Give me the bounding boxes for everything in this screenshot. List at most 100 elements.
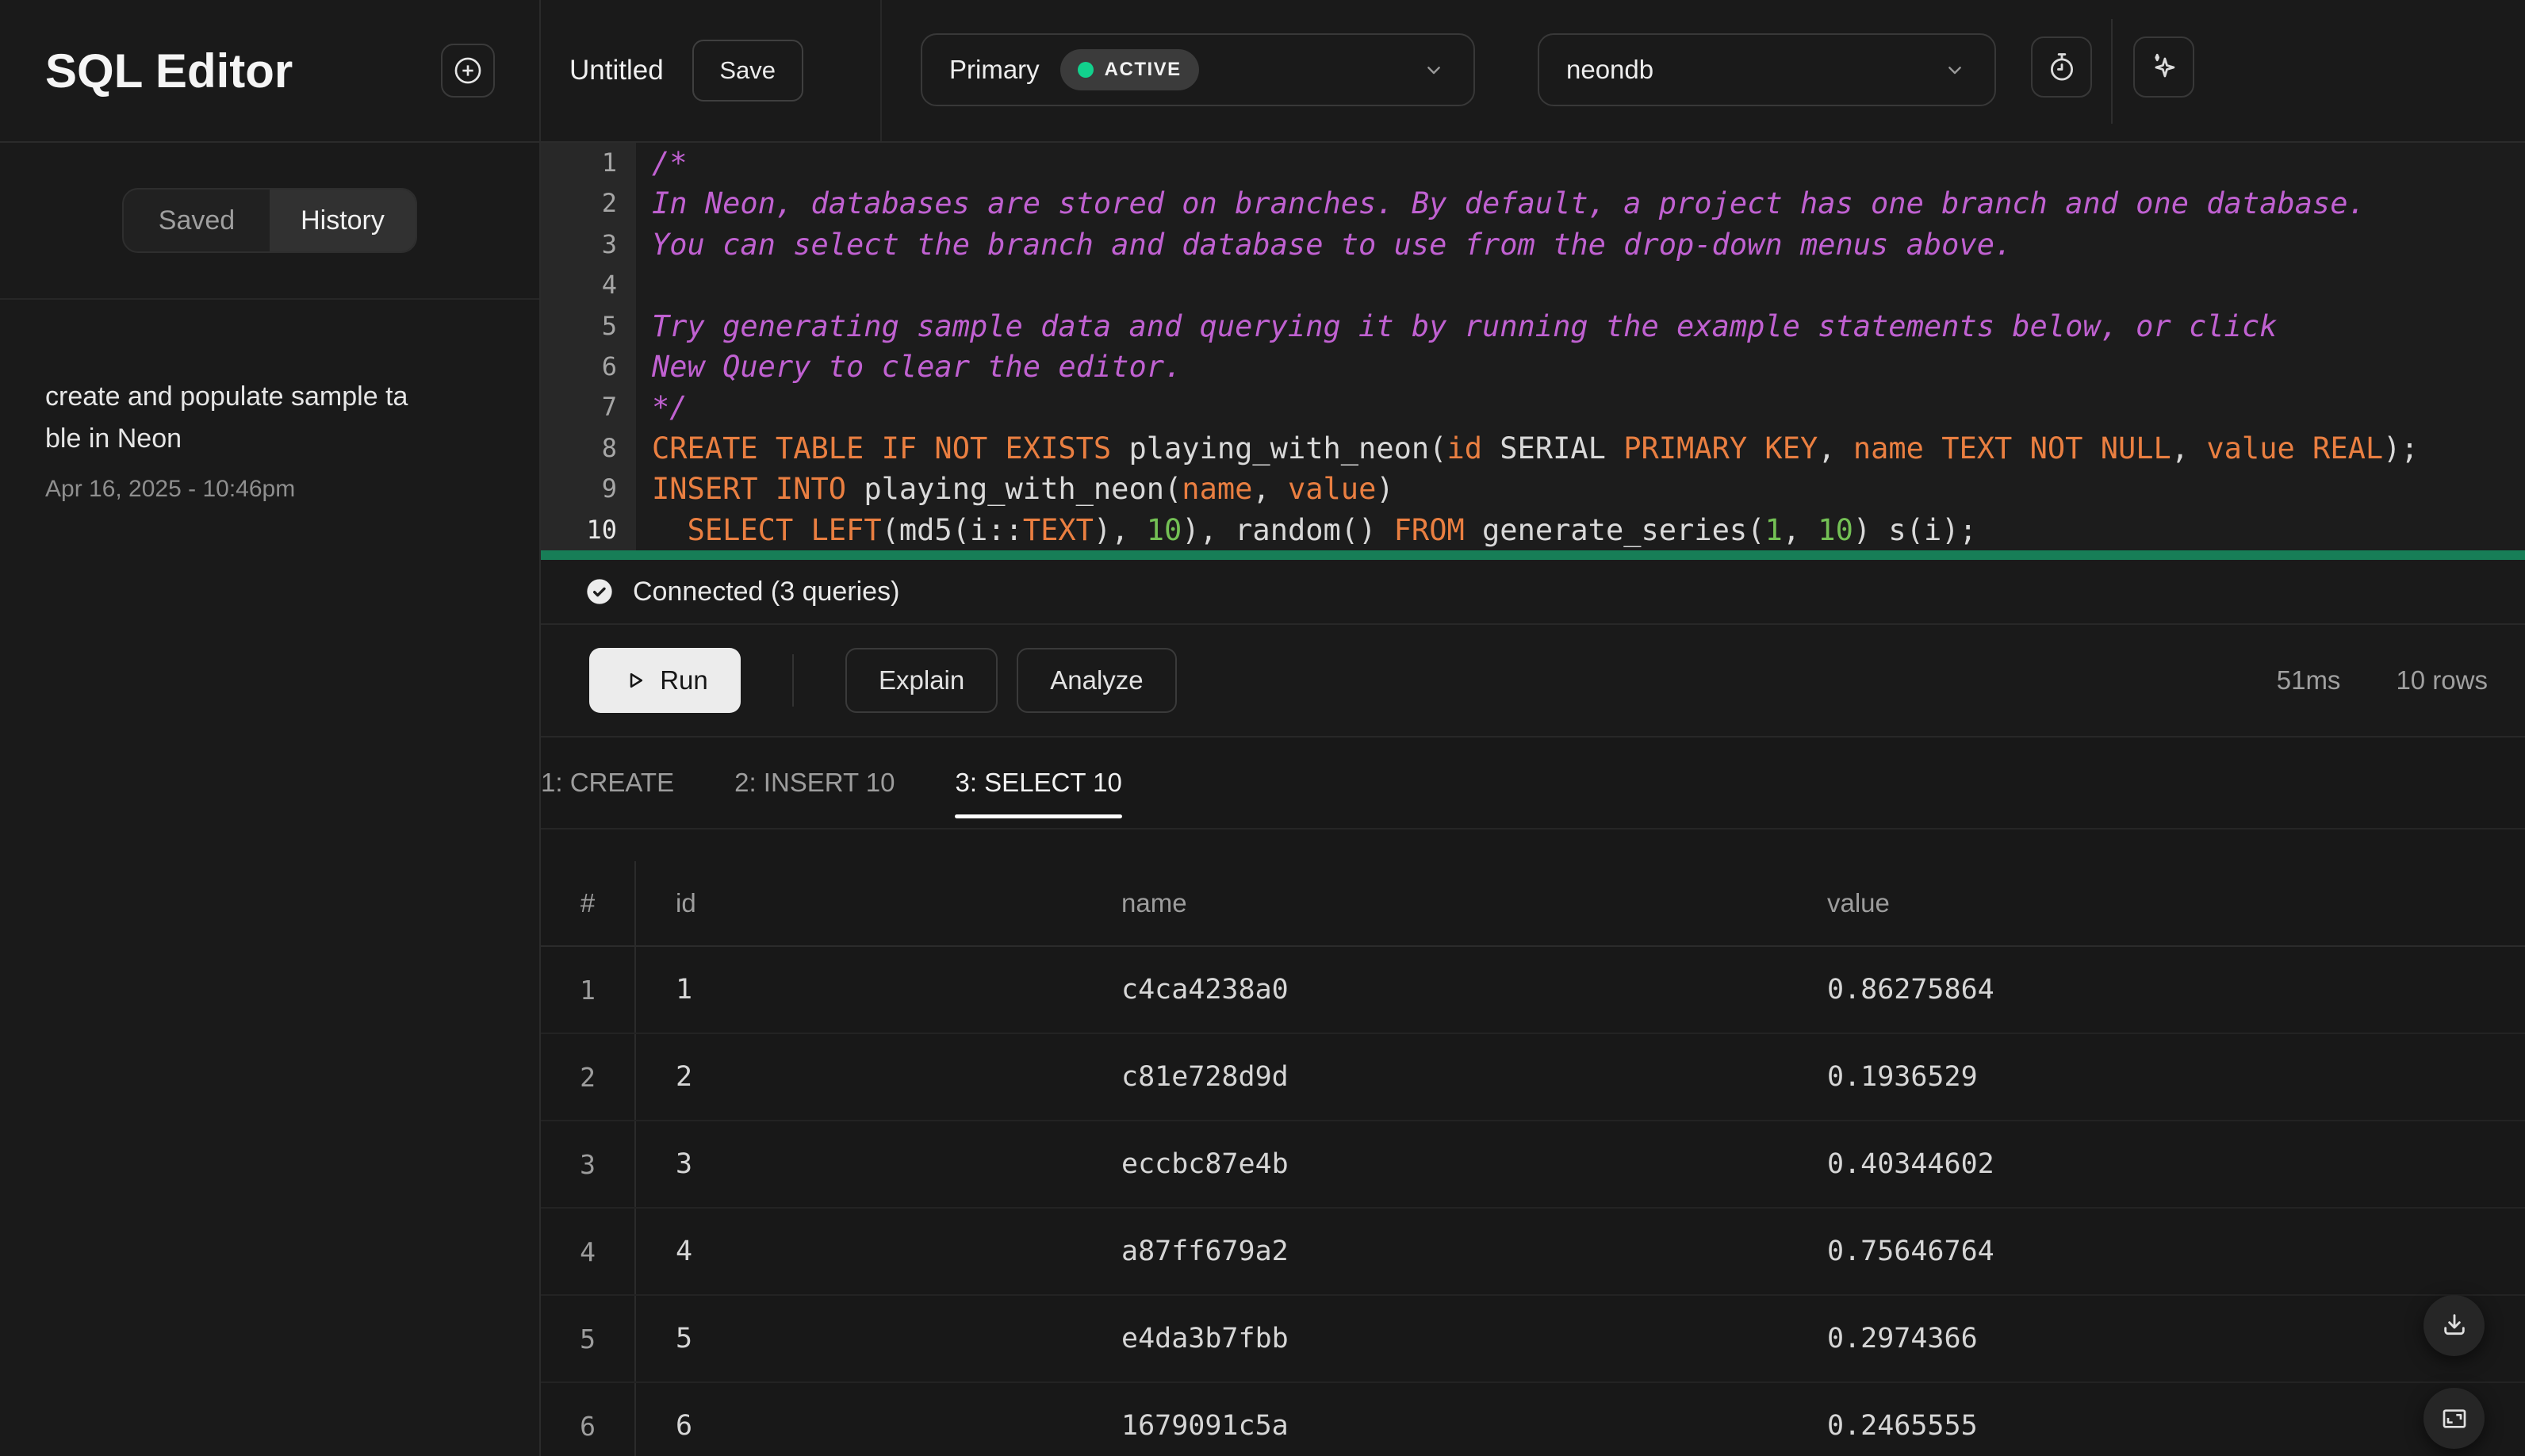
table-cell: 6: [676, 1410, 693, 1442]
editor-code[interactable]: /* In Neon, databases are stored on branc…: [636, 143, 2525, 550]
history-item[interactable]: create and populate sample table in Neon…: [45, 376, 494, 503]
result-tab[interactable]: 3: SELECT 10: [955, 738, 1123, 828]
table-cell: 5: [676, 1323, 693, 1354]
topbar: Untitled Save Primary ACTIVE neondb: [541, 0, 2525, 143]
results-body: 1 1 c4ca4238a0 0.86275864 2 2 c81e728d9d 0.1936…: [541, 947, 2525, 1456]
table-cell: 1679091c5a: [1121, 1410, 1289, 1442]
history-item-title: create and populate sample table in Neon: [45, 381, 408, 454]
run-meta: 51ms 10 rows: [2277, 665, 2525, 695]
table-row[interactable]: 2 2 c81e728d9d 0.1936529: [541, 1034, 2525, 1121]
query-progress-bar: [541, 550, 2525, 560]
line-number: 1: [601, 148, 617, 178]
code-line[interactable]: New Query to clear the editor.: [652, 347, 2525, 387]
table-cell: 2: [676, 1061, 693, 1093]
tab-history[interactable]: History: [270, 190, 416, 251]
table-row[interactable]: 5 5 e4da3b7fbb 0.2974366: [541, 1296, 2525, 1383]
row-number-cell: 2: [541, 1034, 636, 1120]
line-number: 10: [586, 514, 617, 545]
page-title: SQL Editor: [45, 44, 293, 98]
ai-assist-button[interactable]: [2133, 36, 2194, 98]
line-number: 9: [601, 473, 617, 504]
code-line[interactable]: You can select the branch and database t…: [652, 224, 2525, 265]
status-dot-icon: [1077, 62, 1094, 78]
analyze-button[interactable]: Analyze: [1017, 648, 1177, 713]
branch-select[interactable]: Primary ACTIVE: [921, 33, 1475, 106]
code-line[interactable]: CREATE TABLE IF NOT EXISTS playing_with_…: [652, 428, 2525, 469]
sidebar: SQL Editor Saved History create and popu…: [0, 0, 541, 1456]
save-button[interactable]: Save: [692, 40, 803, 102]
history-item-date: Apr 16, 2025 - 10:46pm: [45, 476, 296, 502]
table-cell: c81e728d9d: [1121, 1061, 1289, 1093]
sidebar-tabs-area: Saved History: [0, 143, 539, 300]
column-header: name: [1121, 888, 1187, 918]
table-row[interactable]: 4 4 a87ff679a2 0.75646764: [541, 1209, 2525, 1296]
database-select[interactable]: neondb: [1538, 33, 1996, 106]
branch-status-badge: ACTIVE: [1059, 49, 1199, 90]
code-line[interactable]: [652, 265, 2525, 305]
code-line[interactable]: /*: [652, 143, 2525, 183]
column-header: value: [1827, 888, 1890, 918]
table-row[interactable]: 6 6 1679091c5a 0.2465555: [541, 1383, 2525, 1456]
table-cell: 0.40344602: [1827, 1148, 1994, 1180]
run-button[interactable]: Run: [589, 648, 741, 713]
table-cell: 0.86275864: [1827, 974, 1994, 1006]
code-line[interactable]: INSERT INTO playing_with_neon(name, valu…: [652, 469, 2525, 509]
row-number-cell: 3: [541, 1121, 636, 1207]
toolbar-divider: [792, 654, 794, 707]
column-header: #: [541, 861, 636, 945]
line-number: 4: [601, 270, 617, 301]
code-line[interactable]: Try generating sample data and querying …: [652, 306, 2525, 347]
topbar-divider: [2111, 19, 2113, 124]
table-cell: 4: [676, 1236, 693, 1267]
saved-history-toggle: Saved History: [122, 188, 417, 253]
line-number: 6: [601, 351, 617, 382]
row-number-cell: 4: [541, 1209, 636, 1294]
table-cell: 0.2465555: [1827, 1410, 1978, 1442]
table-cell: e4da3b7fbb: [1121, 1323, 1289, 1354]
code-line[interactable]: SELECT LEFT(md5(i::TEXT), 10), random() …: [652, 510, 2525, 550]
result-tab[interactable]: 1: CREATE: [541, 738, 674, 828]
result-tab[interactable]: 2: INSERT 10: [734, 738, 895, 828]
chevron-down-icon: [1942, 57, 1968, 82]
result-tabs: 1: CREATE 2: INSERT 10 3: SELECT 10: [541, 738, 2525, 830]
sparkles-icon: [2147, 50, 2182, 85]
column-header: id: [676, 888, 696, 918]
expand-results-button[interactable]: [2423, 1388, 2485, 1449]
code-line[interactable]: */: [652, 387, 2525, 427]
line-number: 2: [601, 188, 617, 219]
query-duration: 51ms: [2276, 665, 2341, 695]
sidebar-header: SQL Editor: [0, 0, 539, 143]
play-icon: [622, 667, 649, 694]
tab-saved[interactable]: Saved: [124, 190, 270, 251]
query-row-count: 10 rows: [2396, 665, 2488, 695]
row-number-cell: 1: [541, 947, 636, 1033]
code-line[interactable]: In Neon, databases are stored on branche…: [652, 183, 2525, 224]
table-row[interactable]: 1 1 c4ca4238a0 0.86275864: [541, 947, 2525, 1034]
results-header: # id name value: [541, 861, 2525, 947]
query-name: Untitled: [569, 55, 664, 86]
chevron-down-icon: [1421, 57, 1446, 82]
row-number-cell: 5: [541, 1296, 636, 1381]
line-number: 3: [601, 228, 617, 259]
history-list: create and populate sample table in Neon…: [0, 300, 539, 579]
table-row[interactable]: 3 3 eccbc87e4b 0.40344602: [541, 1121, 2525, 1209]
branch-status-label: ACTIVE: [1104, 59, 1182, 80]
query-timing-button[interactable]: [2031, 36, 2092, 98]
table-cell: 0.75646764: [1827, 1236, 1994, 1267]
line-number: 8: [601, 432, 617, 463]
run-button-label: Run: [660, 665, 708, 695]
query-toolbar: Run Explain Analyze 51ms 10 rows: [541, 625, 2525, 738]
table-cell: a87ff679a2: [1121, 1236, 1289, 1267]
download-results-button[interactable]: [2423, 1295, 2485, 1356]
plus-circle-icon: [451, 54, 485, 87]
table-cell: eccbc87e4b: [1121, 1148, 1289, 1180]
sql-editor[interactable]: 1 2 3 4 5 6 7 8 9 10 /* In Neon, databases are sto…: [541, 143, 2525, 550]
table-cell: 0.2974366: [1827, 1323, 1978, 1354]
results-panel: # id name value 1 1 c4ca4238a0 0.86275864 2 2…: [541, 830, 2525, 1456]
line-number: 5: [601, 310, 617, 341]
explain-button[interactable]: Explain: [845, 648, 998, 713]
table-cell: c4ca4238a0: [1121, 974, 1289, 1006]
table-cell: 1: [676, 974, 693, 1006]
new-query-button[interactable]: [441, 44, 495, 98]
download-icon: [2439, 1310, 2470, 1342]
